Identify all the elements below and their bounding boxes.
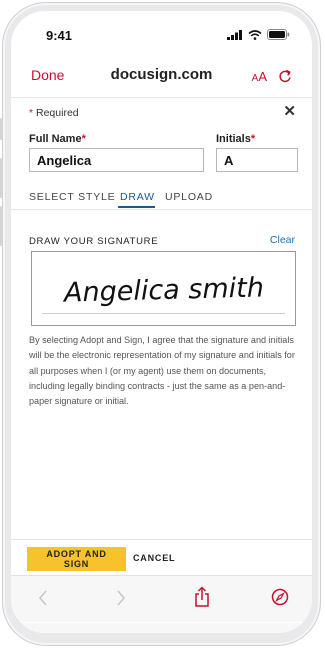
tab-draw[interactable]: DRAW [120,191,155,203]
cancel-button[interactable]: CANCEL [133,553,175,563]
required-note: * Required [29,107,79,119]
required-text: Required [33,107,79,119]
full-name-required-star: * [81,133,86,145]
full-name-label: Full Name* [29,133,86,145]
tab-upload[interactable]: UPLOAD [165,191,213,203]
reload-icon[interactable] [278,69,292,84]
initials-label-text: Initials [216,133,251,145]
screen: 9:41 Done docusign.com AA * Required ✕ F… [11,11,312,633]
notch [83,11,239,35]
mute-switch [0,118,3,140]
chevron-right-icon[interactable] [115,589,127,607]
battery-icon [267,29,290,40]
status-bar: 9:41 [11,11,312,55]
text-size-big-glyph: A [258,69,267,84]
wifi-icon [248,29,262,40]
action-bar: ADOPT AND SIGN CANCEL [11,539,312,576]
clear-button[interactable]: Clear [270,234,295,246]
signal-icon [227,29,242,40]
signature-tabs: SELECT STYLE DRAW UPLOAD [11,179,312,210]
full-name-label-text: Full Name [29,133,82,145]
chevron-left-icon[interactable] [37,589,49,607]
tab-draw-underline [118,206,155,208]
adopt-and-sign-button[interactable]: ADOPT AND SIGN [27,547,126,571]
initials-field[interactable]: A [216,148,298,172]
browser-toolbar [11,575,312,622]
initials-label: Initials* [216,133,255,145]
volume-up-button [0,158,3,198]
share-icon[interactable] [194,586,210,608]
close-icon[interactable]: ✕ [283,102,296,120]
legal-disclosure: By selecting Adopt and Sign, I agree tha… [29,335,295,407]
text-size-button[interactable]: AA [252,69,267,84]
full-name-field[interactable]: Angelica [29,148,204,172]
volume-down-button [0,206,3,246]
compass-icon[interactable] [271,588,289,606]
initials-required-star: * [250,133,256,145]
draw-signature-label: DRAW YOUR SIGNATURE [29,236,159,247]
home-area [11,623,312,633]
status-time: 9:41 [46,28,73,43]
signature-canvas[interactable]: Angelica smith [31,251,296,326]
browser-bar: Done docusign.com AA [11,57,312,98]
status-icons [227,29,290,40]
tab-select-style[interactable]: SELECT STYLE [29,191,115,203]
signature-drawing: Angelica smith [62,272,265,308]
signature-stroke: Angelica smith [62,272,265,308]
